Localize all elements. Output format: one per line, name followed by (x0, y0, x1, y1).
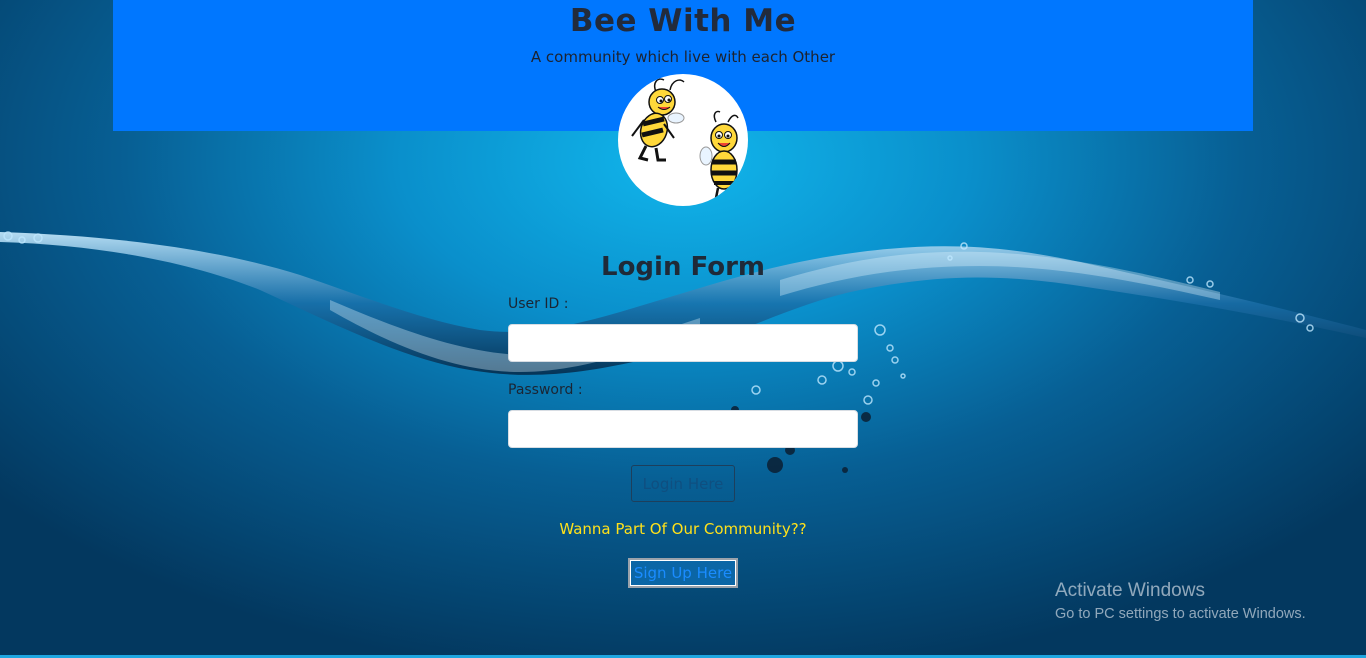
activate-windows-watermark: Activate Windows Go to PC settings to ac… (1055, 580, 1306, 622)
user-id-input[interactable] (508, 324, 858, 362)
bee-icon (699, 110, 739, 199)
activate-windows-subtitle: Go to PC settings to activate Windows. (1055, 606, 1306, 622)
bee-icon (631, 78, 685, 162)
site-tagline: A community which live with each Other (530, 48, 836, 66)
signup-prompt: Wanna Part Of Our Community?? (559, 520, 807, 538)
bees-logo-icon (618, 74, 748, 206)
user-id-label: User ID : (508, 296, 569, 312)
site-title: Bee With Me (569, 3, 797, 39)
signup-button-label: Sign Up Here (631, 561, 735, 585)
password-input[interactable] (508, 410, 858, 448)
password-label: Password : (508, 382, 583, 398)
signup-button[interactable]: Sign Up Here (628, 558, 738, 588)
activate-windows-title: Activate Windows (1055, 580, 1205, 601)
login-form-title: Login Form (601, 252, 765, 282)
login-button[interactable]: Login Here (631, 465, 735, 502)
